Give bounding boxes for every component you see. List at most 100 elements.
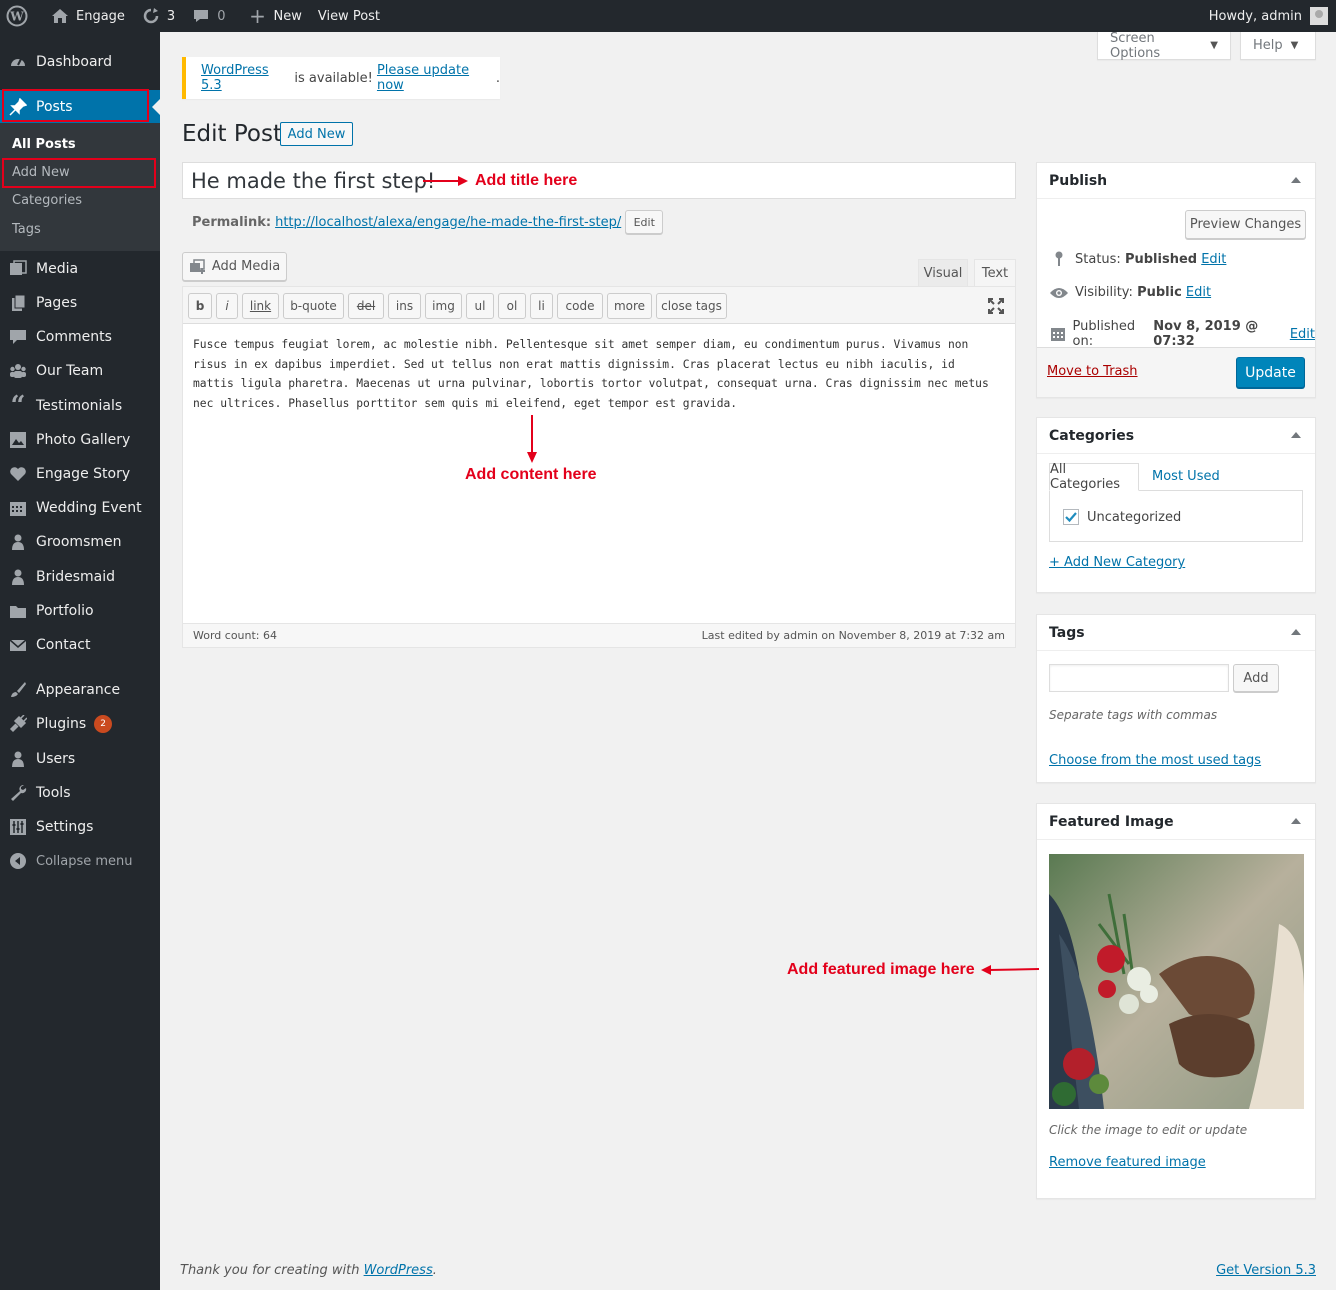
gallery-icon xyxy=(8,430,28,450)
qt-close-tags-button[interactable]: close tags xyxy=(656,293,727,319)
comments-menu[interactable]: 0 xyxy=(183,0,233,32)
qt-ins-button[interactable]: ins xyxy=(388,293,421,319)
submenu-tags[interactable]: Tags xyxy=(12,222,41,237)
collapse-arrow-icon[interactable] xyxy=(1291,818,1301,824)
category-item[interactable]: Uncategorized xyxy=(1063,509,1181,525)
sidebar-item-testimonials[interactable]: “ Testimonials xyxy=(0,389,160,423)
qt-del-button[interactable]: del xyxy=(348,293,384,319)
publish-box-header[interactable]: Publish xyxy=(1037,163,1315,199)
qt-bold-button[interactable]: b xyxy=(188,293,212,319)
preview-changes-button[interactable]: Preview Changes xyxy=(1185,210,1306,239)
add-tag-button[interactable]: Add xyxy=(1233,664,1279,692)
sidebar-item-appearance[interactable]: Appearance xyxy=(0,673,160,707)
sidebar-item-dashboard[interactable]: Dashboard xyxy=(0,45,160,79)
calendar-icon xyxy=(1049,326,1067,342)
qt-italic-button[interactable]: i xyxy=(216,293,238,319)
add-media-button[interactable]: Add Media xyxy=(182,252,287,281)
wp-logo-menu[interactable]: W xyxy=(0,0,36,32)
sidebar-item-label: Wedding Event xyxy=(36,500,142,516)
tab-all-categories[interactable]: All Categories xyxy=(1049,462,1139,492)
featured-image-box-header[interactable]: Featured Image xyxy=(1037,804,1315,840)
qt-ul-button[interactable]: ul xyxy=(466,293,494,319)
help-label: Help xyxy=(1253,38,1283,53)
updates-menu[interactable]: 3 xyxy=(133,0,183,32)
footer-wordpress-link[interactable]: WordPress xyxy=(364,1263,433,1278)
qt-more-button[interactable]: more xyxy=(607,293,652,319)
qt-link-button[interactable]: link xyxy=(242,293,279,319)
qt-bquote-button[interactable]: b-quote xyxy=(283,293,344,319)
help-button[interactable]: Help ▼ xyxy=(1240,32,1316,60)
status-value: Published xyxy=(1124,251,1198,267)
status-edit-link[interactable]: Edit xyxy=(1201,252,1226,267)
collapse-arrow-icon[interactable] xyxy=(1291,432,1301,438)
wordpress-logo-icon: W xyxy=(6,5,28,27)
tab-visual[interactable]: Visual xyxy=(918,259,968,287)
sidebar-item-label: Portfolio xyxy=(36,603,94,619)
checkbox-checked-icon[interactable] xyxy=(1063,509,1079,525)
permalink-edit-button[interactable]: Edit xyxy=(625,210,664,234)
move-to-trash-link[interactable]: Move to Trash xyxy=(1047,364,1138,379)
users-icon xyxy=(8,749,28,769)
sidebar-item-photo-gallery[interactable]: Photo Gallery xyxy=(0,423,160,457)
sidebar-item-contact[interactable]: Contact xyxy=(0,628,160,662)
remove-featured-image-link[interactable]: Remove featured image xyxy=(1049,1155,1206,1170)
my-account-menu[interactable]: Howdy, admin xyxy=(1209,0,1328,32)
qt-code-button[interactable]: code xyxy=(557,293,603,319)
view-post-link[interactable]: View Post xyxy=(310,0,388,32)
tags-heading: Tags xyxy=(1049,624,1085,641)
visibility-edit-link[interactable]: Edit xyxy=(1186,285,1211,300)
new-content-menu[interactable]: + New xyxy=(239,0,309,32)
footer-thanks-suffix: . xyxy=(432,1263,437,1278)
published-edit-link[interactable]: Edit xyxy=(1290,327,1315,342)
sidebar-item-media[interactable]: Media xyxy=(0,252,160,286)
submenu-all-posts[interactable]: All Posts xyxy=(12,137,76,152)
sidebar-item-comments[interactable]: Comments xyxy=(0,320,160,354)
sidebar-item-bridesmaid[interactable]: Bridesmaid xyxy=(0,560,160,594)
tab-text[interactable]: Text xyxy=(974,259,1016,287)
submenu-categories[interactable]: Categories xyxy=(12,193,82,208)
collapse-arrow-icon[interactable] xyxy=(1291,177,1301,183)
wordpress-version-link[interactable]: WordPress 5.3 xyxy=(201,63,290,93)
qt-li-button[interactable]: li xyxy=(530,293,553,319)
caret-down-icon: ▼ xyxy=(1210,40,1218,51)
sidebar-item-portfolio[interactable]: Portfolio xyxy=(0,594,160,628)
plugins-update-badge: 2 xyxy=(94,715,113,733)
sidebar-item-settings[interactable]: Settings xyxy=(0,810,160,844)
new-tag-input[interactable] xyxy=(1049,664,1229,692)
categories-box: Categories All Categories Most Used Unca… xyxy=(1036,417,1316,593)
collapse-menu-button[interactable]: Collapse menu xyxy=(0,844,160,878)
sidebar-item-groomsmen[interactable]: Groomsmen xyxy=(0,525,160,559)
sidebar-item-wedding-event[interactable]: Wedding Event xyxy=(0,491,160,525)
choose-tags-link[interactable]: Choose from the most used tags xyxy=(1049,753,1261,768)
qt-img-button[interactable]: img xyxy=(425,293,462,319)
tags-box-header[interactable]: Tags xyxy=(1037,615,1315,651)
editor-textarea[interactable]: Fusce tempus feugiat lorem, ac molestie … xyxy=(193,335,998,414)
comments-count: 0 xyxy=(217,8,226,24)
screen-options-button[interactable]: Screen Options ▼ xyxy=(1097,31,1231,61)
site-name-menu[interactable]: Engage xyxy=(42,0,133,32)
pin-status-icon xyxy=(1049,251,1069,267)
sidebar-item-engage-story[interactable]: Engage Story xyxy=(0,457,160,491)
visibility-label: Visibility: xyxy=(1075,285,1133,300)
sidebar-item-our-team[interactable]: Our Team xyxy=(0,354,160,388)
fullscreen-icon[interactable] xyxy=(987,297,1005,319)
categories-box-header[interactable]: Categories xyxy=(1037,418,1315,454)
update-now-link[interactable]: Please update now xyxy=(377,63,496,93)
arrow-left-icon xyxy=(981,965,1040,975)
get-version-link[interactable]: Get Version 5.3 xyxy=(1216,1263,1316,1278)
tab-most-used[interactable]: Most Used xyxy=(1152,469,1220,484)
sidebar-item-pages[interactable]: Pages xyxy=(0,286,160,320)
qt-ol-button[interactable]: ol xyxy=(498,293,526,319)
plus-icon: + xyxy=(249,4,266,28)
collapse-arrow-icon[interactable] xyxy=(1291,629,1301,635)
sidebar-item-tools[interactable]: Tools xyxy=(0,776,160,810)
update-button[interactable]: Update xyxy=(1236,357,1305,388)
add-new-post-button[interactable]: Add New xyxy=(280,122,353,146)
featured-image-photo[interactable] xyxy=(1049,854,1304,1109)
permalink-url[interactable]: http://localhost/alexa/engage/he-made-th… xyxy=(275,215,621,230)
title-annotation: Add title here xyxy=(475,172,578,189)
add-new-category-link[interactable]: + Add New Category xyxy=(1049,555,1185,570)
post-title-input[interactable]: He made the first step! xyxy=(182,162,1016,199)
sidebar-item-plugins[interactable]: Plugins 2 xyxy=(0,707,160,741)
sidebar-item-users[interactable]: Users xyxy=(0,742,160,776)
